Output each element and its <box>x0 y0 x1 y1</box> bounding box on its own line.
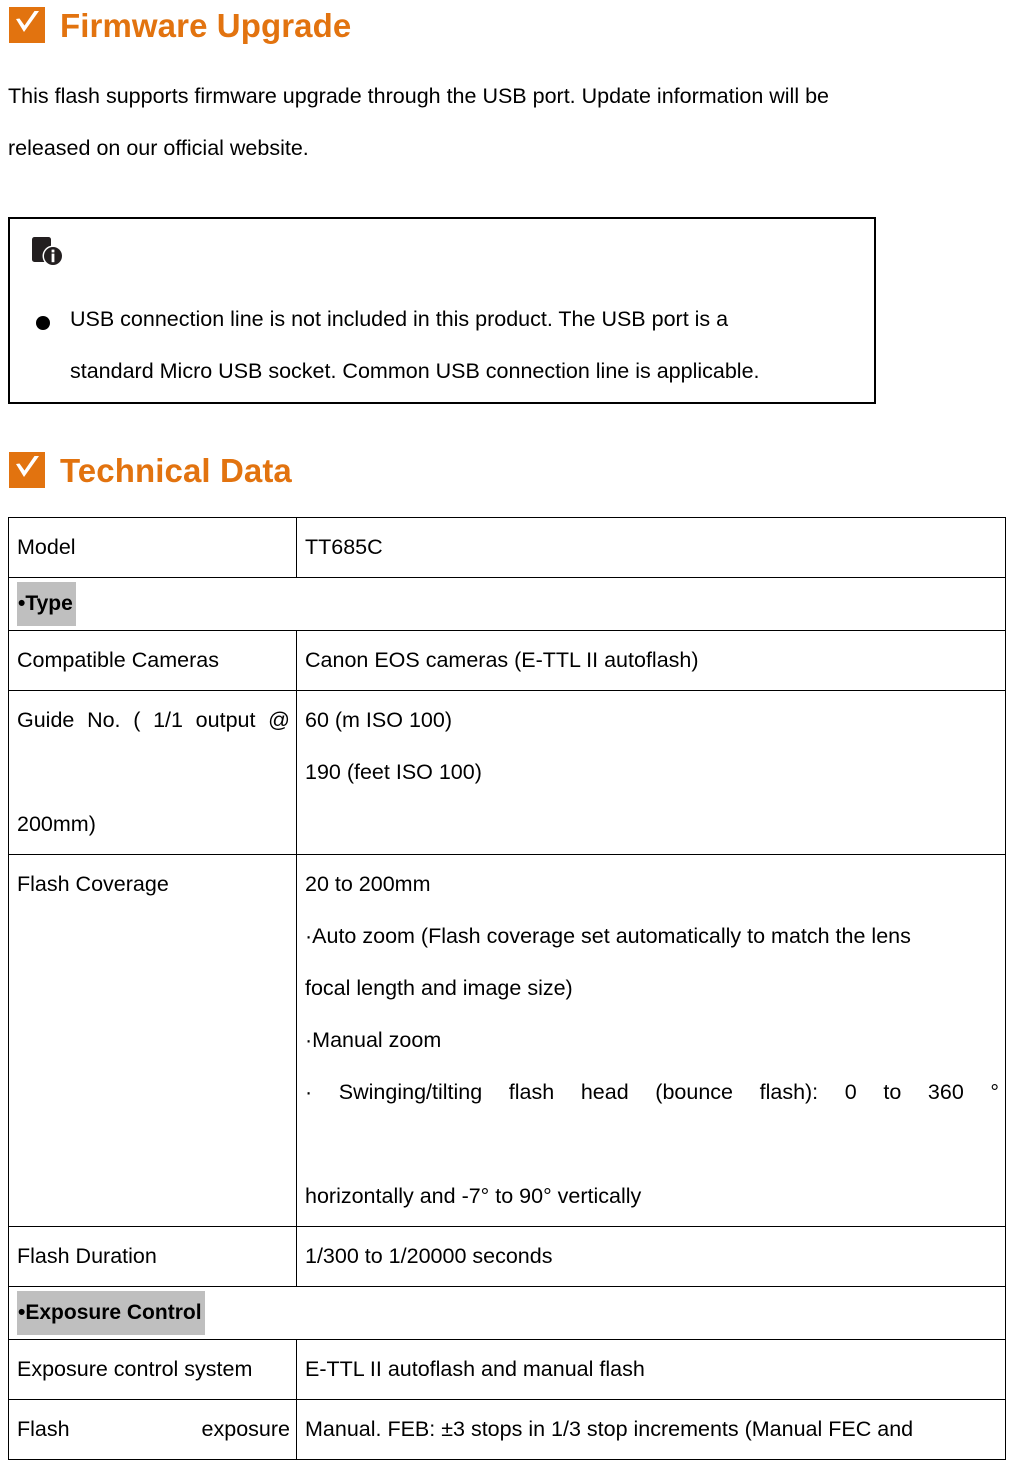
value-line: 1/300 to 1/20000 seconds <box>305 1244 553 1268</box>
intro-paragraph: This flash supports firmware upgrade thr… <box>0 70 1026 174</box>
value-line: 20 to 200mm <box>305 872 431 896</box>
table-row: Model TT685C <box>8 517 1006 578</box>
flash-duration-value: 1/300 to 1/20000 seconds <box>305 1227 999 1286</box>
note-text: USB connection line is not included in t… <box>70 293 860 397</box>
value-line: · Swinging/tilting flash head (bounce fl… <box>305 1080 999 1104</box>
table-cell-section: •Exposure Control <box>8 1286 1006 1340</box>
label-word-left: Flash <box>17 1417 70 1441</box>
guide-number-label: Guide No. ( 1/1 output @ 200mm) <box>17 691 290 854</box>
flash-coverage-value: 20 to 200mm ·Auto zoom (Flash coverage s… <box>305 855 999 1226</box>
label-line: 200mm) <box>17 812 96 836</box>
table-section-row: •Exposure Control <box>8 1286 1006 1340</box>
flash-exposure-value: Manual. FEB: ±3 stops in 1/3 stop increm… <box>305 1400 999 1459</box>
table-cell-label: Model <box>8 517 297 578</box>
section-label-type: •Type <box>17 582 76 626</box>
guide-number-value: 60 (m ISO 100) 190 (feet ISO 100) <box>305 691 999 802</box>
table-row: Exposure control system E-TTL II autofla… <box>8 1339 1006 1400</box>
value-line: Manual. FEB: ±3 stops in 1/3 stop increm… <box>305 1417 914 1441</box>
section-label-exposure-control: •Exposure Control <box>17 1291 205 1335</box>
value-line: focal length and image size) <box>305 976 573 1000</box>
label-line: Guide No. ( 1/1 output @ <box>17 708 290 732</box>
intro-line-2: released on our official website. <box>8 136 309 160</box>
document-page: Firmware Upgrade This flash supports fir… <box>0 2 1026 1460</box>
table-row: Flash exposure Manual. FEB: ±3 stops in … <box>8 1399 1006 1460</box>
flash-exposure-label: Flash exposure <box>17 1400 290 1459</box>
technical-data-table: Model TT685C •Type Compatible Cameras Ca… <box>8 517 1006 1460</box>
note-bullet-icon <box>36 316 50 330</box>
intro-line-1: This flash supports firmware upgrade thr… <box>8 84 829 108</box>
table-row: Flash Duration 1/300 to 1/20000 seconds <box>8 1226 1006 1287</box>
table-section-row: •Type <box>8 577 1006 631</box>
value-line: ·Auto zoom (Flash coverage set automatic… <box>305 924 911 948</box>
table-body: Model TT685C •Type Compatible Cameras Ca… <box>8 517 1006 1460</box>
device-info-icon <box>30 235 66 269</box>
table-cell-value: 20 to 200mm ·Auto zoom (Flash coverage s… <box>296 854 1006 1227</box>
table-cell-label: Guide No. ( 1/1 output @ 200mm) <box>8 690 297 855</box>
table-cell-value: Manual. FEB: ±3 stops in 1/3 stop increm… <box>296 1399 1006 1460</box>
flash-duration-label: Flash Duration <box>17 1244 157 1268</box>
exposure-control-system-value: E-TTL II autoflash and manual flash <box>305 1340 999 1399</box>
table-cell-value: TT685C <box>296 517 1006 578</box>
value-line: 190 (feet ISO 100) <box>305 760 482 784</box>
value-line: ·Manual zoom <box>305 1028 442 1052</box>
value-line: 60 (m ISO 100) <box>305 708 452 732</box>
exposure-control-system-label: Exposure control system <box>17 1357 253 1381</box>
section-heading-label: Firmware Upgrade <box>60 6 352 44</box>
table-cell-label: Flash Coverage <box>8 854 297 1227</box>
note-callout-box: USB connection line is not included in t… <box>8 217 876 404</box>
table-row: Compatible Cameras Canon EOS cameras (E-… <box>8 630 1006 691</box>
note-line-2: standard Micro USB socket. Common USB co… <box>70 359 760 383</box>
value-line: horizontally and -7° to 90° vertically <box>305 1184 642 1208</box>
table-cell-label: Compatible Cameras <box>8 630 297 691</box>
table-row: Flash Coverage 20 to 200mm ·Auto zoom (F… <box>8 854 1006 1227</box>
table-cell-value: 60 (m ISO 100) 190 (feet ISO 100) <box>296 690 1006 855</box>
label-word-right: exposure <box>201 1417 290 1441</box>
value-line: E-TTL II autoflash and manual flash <box>305 1357 645 1381</box>
table-cell-value: Canon EOS cameras (E-TTL II autoflash) <box>296 630 1006 691</box>
compatible-cameras-value: Canon EOS cameras (E-TTL II autoflash) <box>305 631 999 690</box>
value-line: Canon EOS cameras (E-TTL II autoflash) <box>305 648 699 672</box>
table-cell-label: Flash Duration <box>8 1226 297 1287</box>
section-heading-firmware-upgrade: Firmware Upgrade <box>0 2 1026 48</box>
table-cell-value: 1/300 to 1/20000 seconds <box>296 1226 1006 1287</box>
table-cell-value: E-TTL II autoflash and manual flash <box>296 1339 1006 1400</box>
flash-coverage-label: Flash Coverage <box>17 872 169 896</box>
table-row: Guide No. ( 1/1 output @ 200mm) 60 (m IS… <box>8 690 1006 855</box>
model-value: TT685C <box>305 535 383 559</box>
compatible-cameras-label: Compatible Cameras <box>17 648 219 672</box>
orange-check-badge-icon <box>8 6 46 44</box>
table-cell-section: •Type <box>8 577 1006 631</box>
note-line-1: USB connection line is not included in t… <box>70 307 729 331</box>
table-cell-label: Exposure control system <box>8 1339 297 1400</box>
section-heading-technical-data: Technical Data <box>0 442 1026 498</box>
table-cell-label: Flash exposure <box>8 1399 297 1460</box>
model-label: Model <box>17 535 76 559</box>
section-heading-label: Technical Data <box>60 451 292 489</box>
orange-check-badge-icon <box>8 451 46 489</box>
